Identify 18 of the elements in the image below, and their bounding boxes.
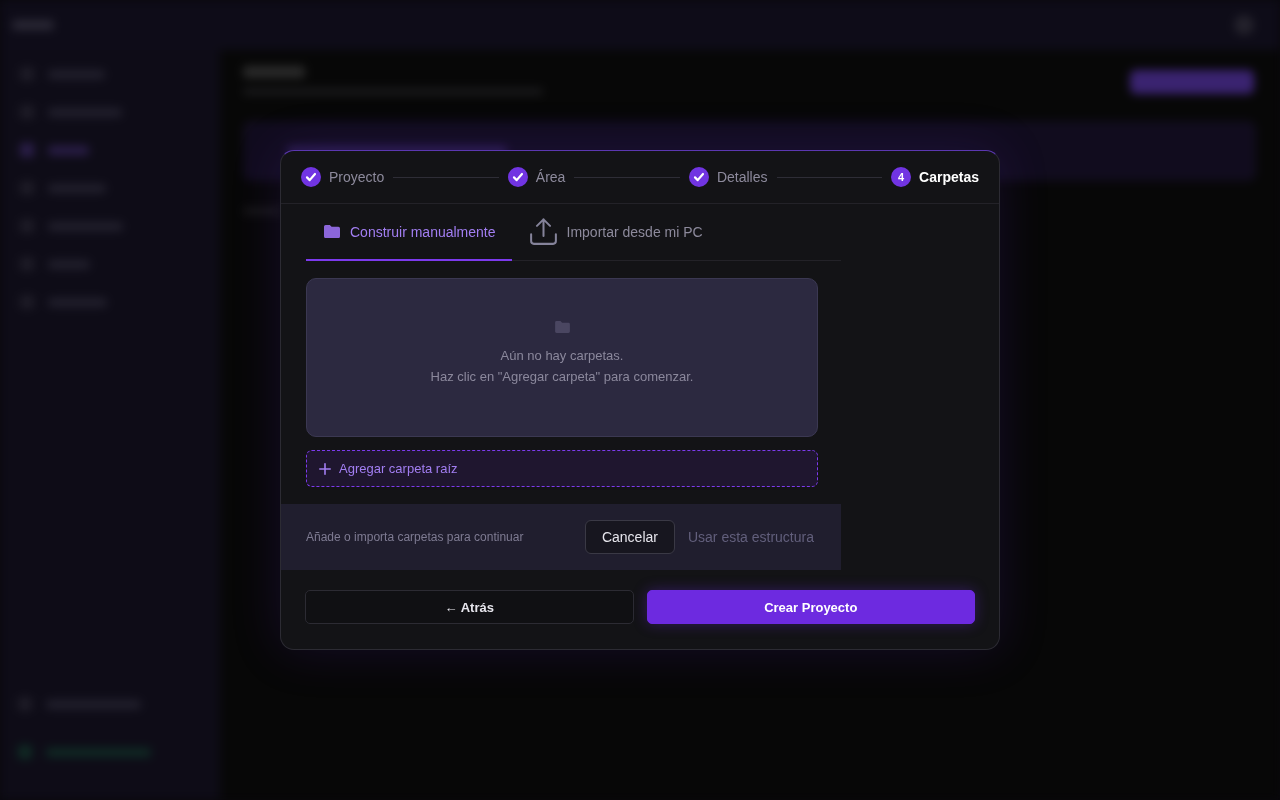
folder-icon — [554, 321, 570, 333]
add-root-folder-button[interactable]: Agregar carpeta raíz — [306, 450, 818, 487]
folder-icon — [324, 225, 340, 238]
plus-icon — [319, 462, 331, 475]
step-label: Carpetas — [919, 169, 979, 185]
create-project-button[interactable]: Crear Proyecto — [646, 590, 975, 624]
tab[interactable]: Construir manualmente — [306, 204, 512, 261]
step-label: Proyecto — [329, 169, 385, 185]
step-label: Área — [535, 169, 566, 185]
step-number: 4 — [891, 167, 912, 187]
tab[interactable]: Importar desde mi PC — [511, 204, 719, 261]
upload-icon — [529, 218, 557, 245]
cancel-button[interactable]: Cancelar — [584, 520, 675, 554]
empty-hint: Haz clic en "Agregar carpeta" para comenzar. — [430, 369, 694, 384]
step-label: Detalles — [716, 169, 768, 185]
status-message: Añade o importa carpetas para continuar — [306, 530, 524, 544]
empty-message: Aún no hay carpetas. — [500, 348, 624, 363]
back-button[interactable]: ← Atrás — [305, 590, 634, 624]
